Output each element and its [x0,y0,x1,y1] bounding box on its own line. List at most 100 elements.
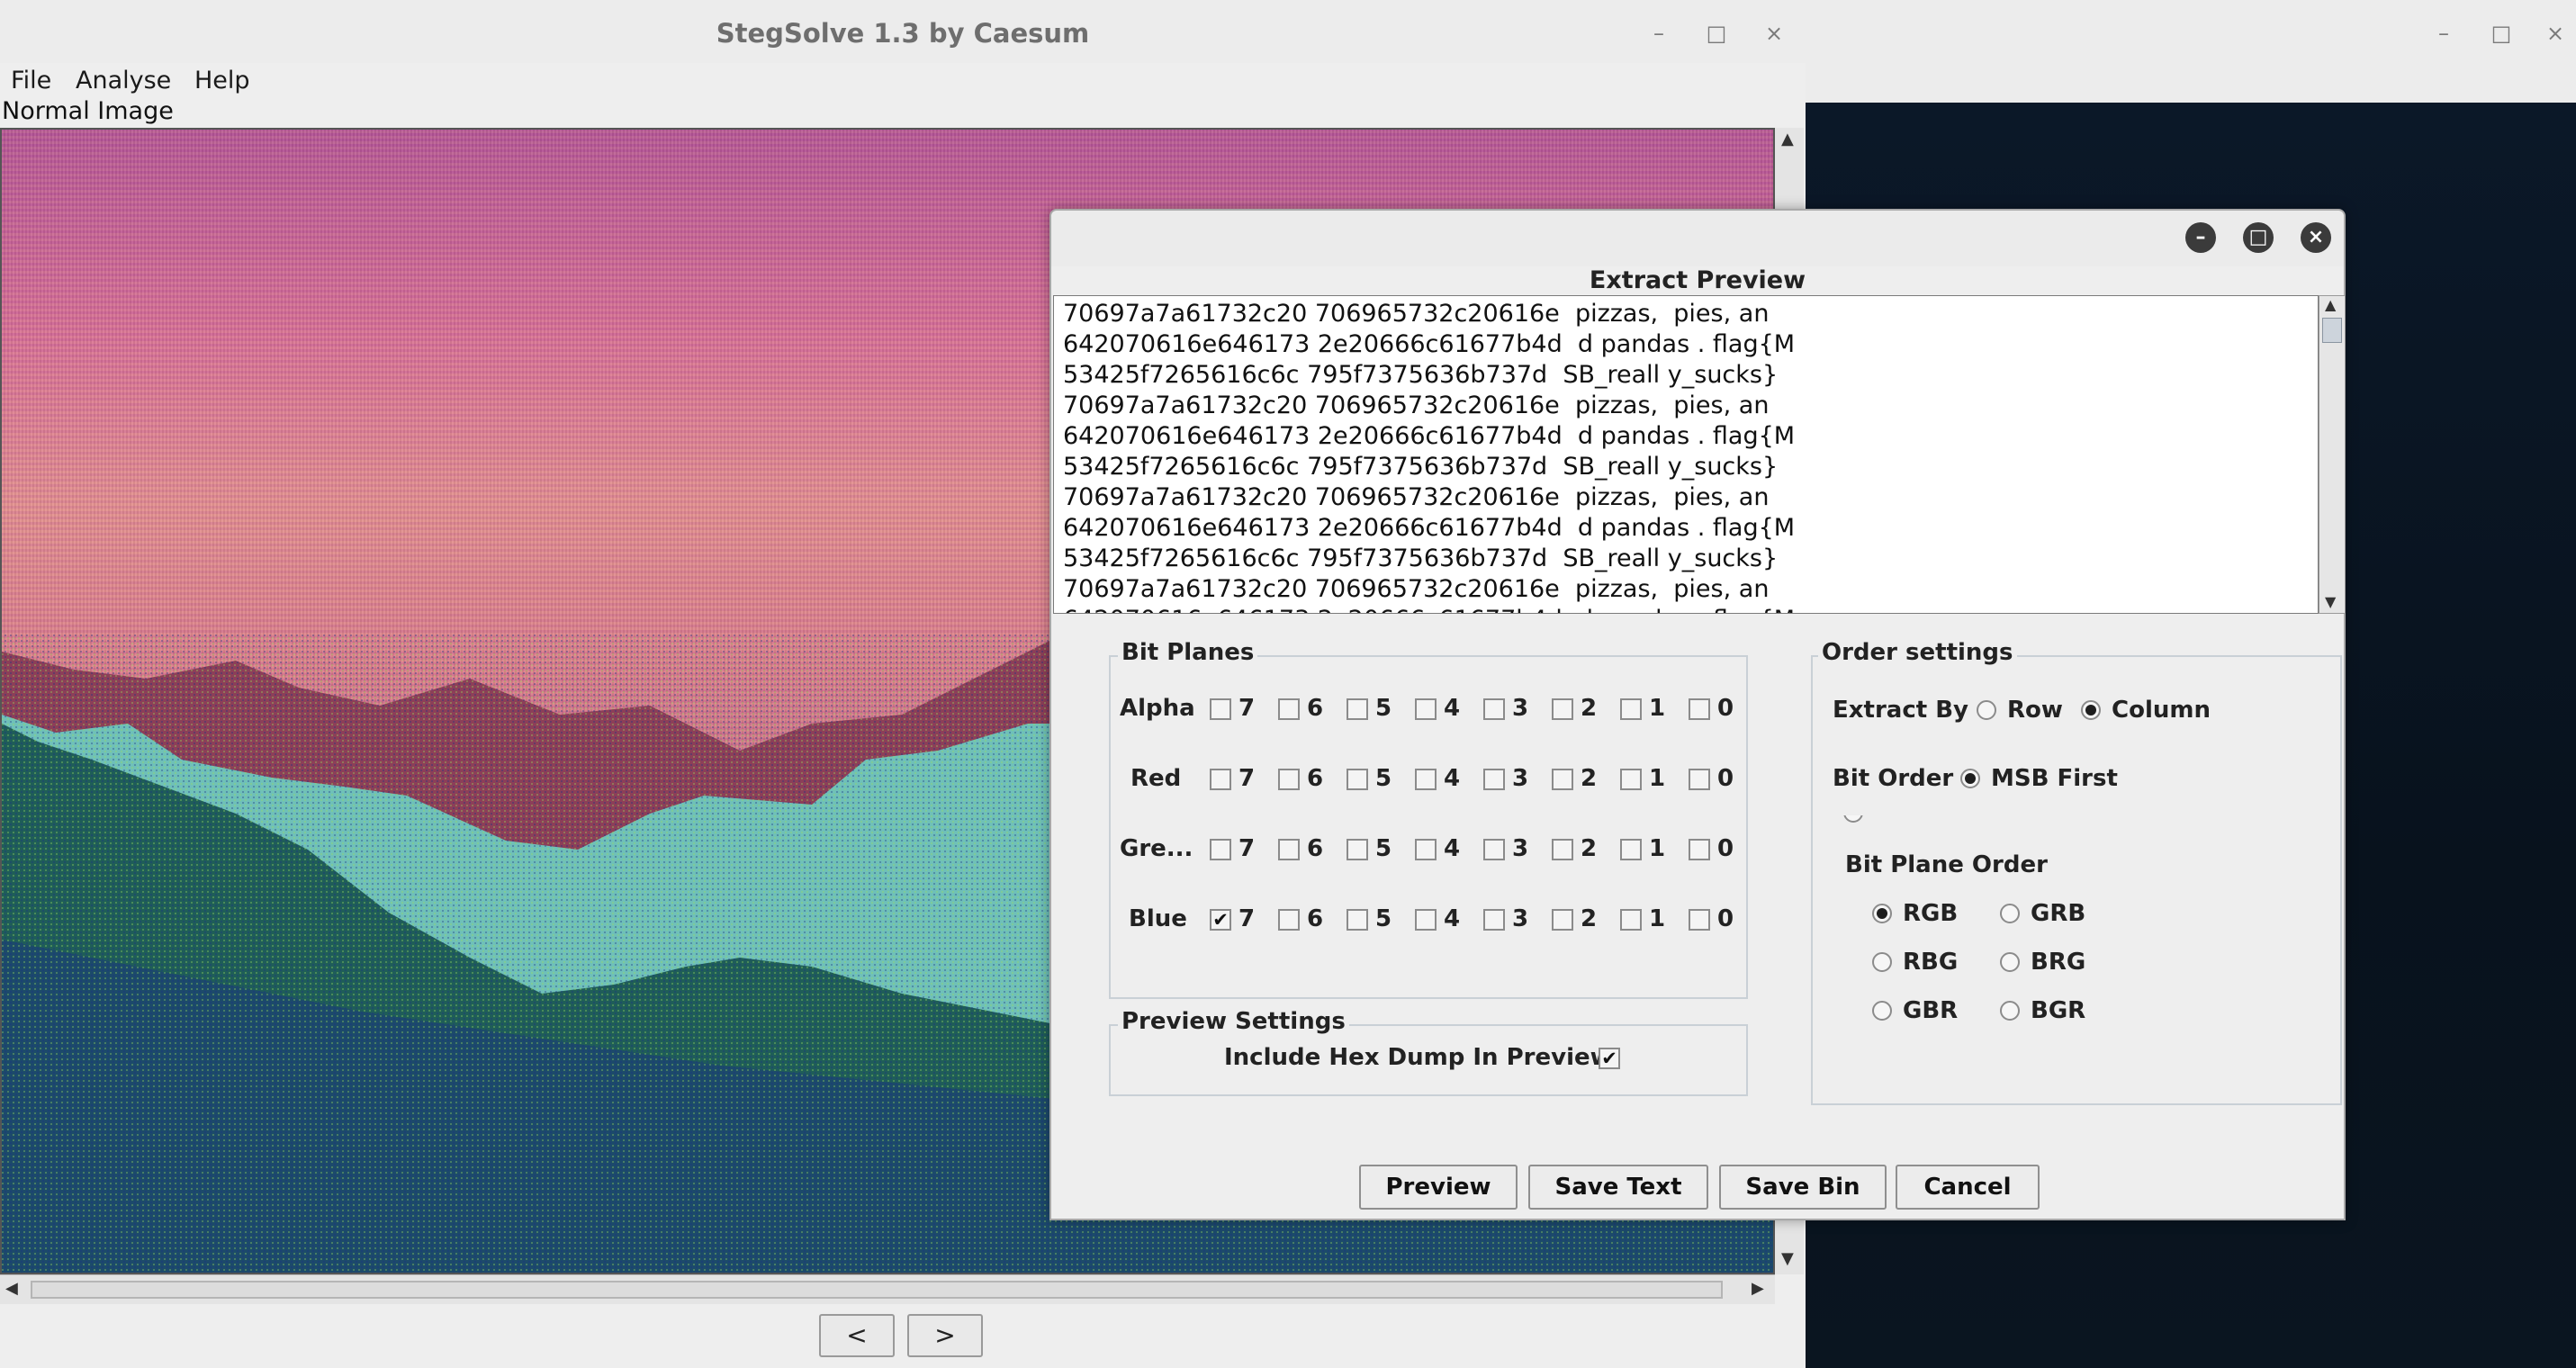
maximize-icon[interactable]: □ [2484,16,2518,50]
bit-plane-order-radio[interactable] [1872,952,1892,972]
close-icon[interactable]: × [1757,16,1791,50]
bit-plane-checkbox[interactable] [1347,769,1368,790]
bit-plane-order-label-option: RBG [1903,949,1959,976]
bit-plane-checkbox[interactable] [1415,769,1437,790]
preview-vertical-scrollbar[interactable]: ▲ ▼ [2319,295,2346,614]
preview-button[interactable]: Preview [1359,1165,1518,1210]
bit-plane-number: 1 [1649,905,1666,932]
bit-plane-number: 6 [1307,905,1324,932]
bit-plane-checkbox[interactable] [1210,698,1231,720]
bit-plane-number: 7 [1238,905,1256,932]
bit-plane-checkbox[interactable] [1278,909,1300,931]
menu-file[interactable]: File [11,67,51,94]
scroll-left-icon[interactable]: ◀ [5,1279,18,1298]
horizontal-scroll-thumb[interactable] [31,1281,1723,1299]
bit-plane-order-label: Bit Plane Order [1845,851,2048,878]
bit-plane-checkbox[interactable] [1415,909,1437,931]
bit-plane-checkbox[interactable] [1483,769,1505,790]
next-plane-button[interactable]: > [907,1314,983,1357]
bit-plane-number: 2 [1581,835,1598,862]
bit-plane-order-label-option: BRG [2031,949,2086,976]
menu-analyse[interactable]: Analyse [76,67,171,94]
bit-plane-checkbox[interactable] [1347,839,1368,860]
bit-order-msb-radio[interactable] [1960,769,1980,788]
bit-plane-checkbox[interactable] [1210,839,1231,860]
bit-plane-checkbox[interactable] [1278,698,1300,720]
bit-plane-checkbox[interactable]: ✔ [1210,909,1231,931]
bit-plane-number: 7 [1238,765,1256,792]
bit-plane-checkbox[interactable] [1552,909,1573,931]
menu-help[interactable]: Help [194,67,250,94]
close-icon[interactable]: × [2538,16,2572,50]
hex-dump-checkbox[interactable]: ✔ [1599,1048,1620,1069]
extract-preview-text[interactable]: 70697a7a61732c20 706965732c20616e pizzas… [1053,295,2319,614]
bit-plane-checkbox[interactable] [1552,769,1573,790]
bit-plane-checkbox[interactable] [1483,909,1505,931]
preview-line: 53425f7265616c6c 795f7375636b737d SB_rea… [1063,544,1779,572]
bit-plane-checkbox[interactable] [1689,909,1710,931]
preview-scroll-thumb[interactable] [2322,318,2342,343]
window-title: StegSolve 1.3 by Caesum [716,18,1090,49]
bit-plane-number: 6 [1307,765,1324,792]
preview-line: 642070616e646173 2e20666c61677b4d d pand… [1063,514,1796,542]
bit-plane-checkbox[interactable] [1278,769,1300,790]
bit-plane-checkbox[interactable] [1620,909,1642,931]
minimize-icon[interactable]: – [2427,16,2461,50]
bit-plane-order-radio[interactable] [1872,904,1892,923]
bit-plane-number: 4 [1444,765,1461,792]
minimize-icon[interactable]: – [1642,16,1676,50]
bit-order-lsb-radio[interactable] [1843,815,1863,823]
bit-plane-number: 6 [1307,695,1324,722]
hex-dump-label: Include Hex Dump In Preview [1224,1044,1612,1071]
bit-plane-number: 0 [1717,835,1734,862]
bit-plane-order-radio[interactable] [1872,1001,1892,1021]
scroll-up-icon[interactable]: ▲ [2325,296,2336,313]
bit-plane-checkbox[interactable] [1620,698,1642,720]
bit-plane-number: 4 [1444,905,1461,932]
preview-line: 70697a7a61732c20 706965732c20616e pizzas… [1063,392,1770,419]
preview-settings-legend: Preview Settings [1118,1008,1349,1035]
bit-plane-checkbox[interactable] [1483,698,1505,720]
bit-plane-checkbox[interactable] [1347,909,1368,931]
bit-plane-order-label-option: RGB [1903,900,1959,927]
extract-by-row-radio[interactable] [1977,700,1996,720]
bit-plane-order-radio[interactable] [2000,904,2020,923]
bit-plane-checkbox[interactable] [1210,769,1231,790]
scroll-down-icon[interactable]: ▼ [1781,1249,1794,1268]
bit-plane-order-radio[interactable] [2000,952,2020,972]
maximize-icon[interactable]: □ [2243,222,2274,253]
bit-plane-checkbox[interactable] [1689,698,1710,720]
image-horizontal-scrollbar[interactable]: ◀ ▶ [0,1274,1775,1304]
bit-plane-checkbox[interactable] [1689,769,1710,790]
bit-plane-checkbox[interactable] [1620,839,1642,860]
menu-bar: File Analyse Help [0,63,1806,99]
maximize-icon[interactable]: □ [1699,16,1734,50]
save-text-button[interactable]: Save Text [1528,1165,1708,1210]
bit-plane-order-radio[interactable] [2000,1001,2020,1021]
bit-plane-checkbox[interactable] [1483,839,1505,860]
bit-plane-checkbox[interactable] [1552,839,1573,860]
extract-by-label: Extract By [1833,697,1968,724]
save-bin-button[interactable]: Save Bin [1719,1165,1887,1210]
bit-plane-checkbox[interactable] [1415,698,1437,720]
bit-plane-checkbox[interactable] [1278,839,1300,860]
bit-plane-checkbox[interactable] [1620,769,1642,790]
close-icon[interactable]: × [2301,222,2331,253]
previous-plane-button[interactable]: < [819,1314,895,1357]
bit-plane-row-label: Alpha [1120,695,1195,722]
scroll-up-icon[interactable]: ▲ [1781,130,1794,148]
scroll-down-icon[interactable]: ▼ [2325,593,2336,610]
bit-plane-checkbox[interactable] [1347,698,1368,720]
cancel-button[interactable]: Cancel [1896,1165,2040,1210]
bit-plane-checkbox[interactable] [1689,839,1710,860]
scroll-right-icon[interactable]: ▶ [1752,1279,1764,1298]
minimize-icon[interactable]: – [2185,222,2216,253]
extract-by-column-radio[interactable] [2081,700,2101,720]
bit-plane-number: 2 [1581,695,1598,722]
bit-plane-number: 2 [1581,765,1598,792]
bit-plane-row-label: Red [1130,765,1182,792]
bit-plane-checkbox[interactable] [1415,839,1437,860]
bit-plane-number: 1 [1649,695,1666,722]
bit-plane-checkbox[interactable] [1552,698,1573,720]
dialog-titlebar: – □ × [1051,211,2344,266]
